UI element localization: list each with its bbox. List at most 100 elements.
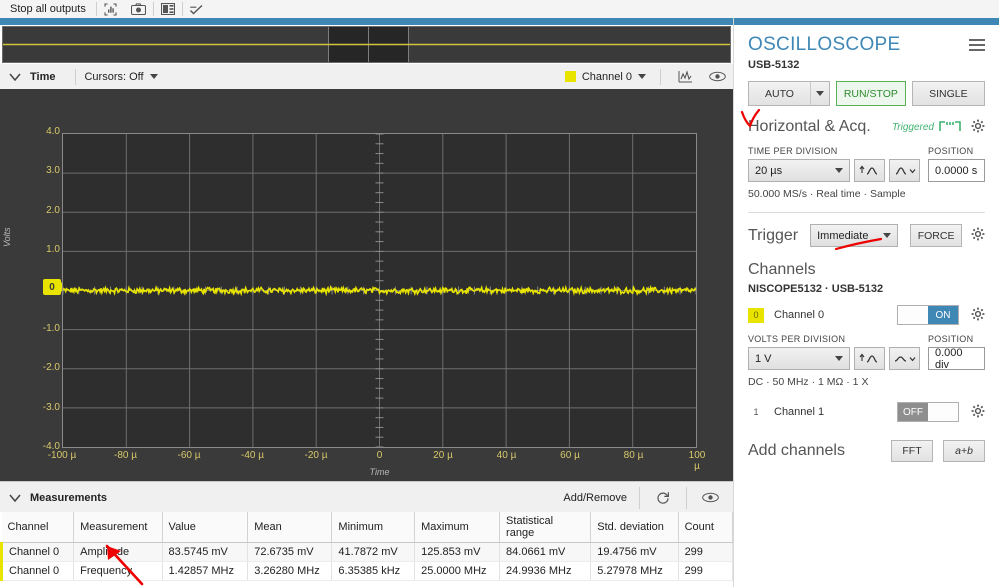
column-header[interactable]: Statistical range	[499, 512, 592, 543]
capture-region-icon[interactable]	[97, 0, 125, 18]
acquisition-info: 50.000 MS/s · Real time · Sample	[748, 188, 906, 200]
hamburger-menu-icon[interactable]	[969, 39, 985, 51]
auto-button[interactable]: AUTO	[748, 81, 810, 106]
channel-legend-dropdown[interactable]: Channel 0	[564, 71, 646, 83]
channel1-badge: 1	[748, 404, 764, 420]
table-cell: 25.0000 MHz	[414, 561, 501, 581]
waveform-overview-strip[interactable]	[2, 26, 731, 63]
channel1-name: Channel 1	[774, 406, 825, 418]
channel1-row: 1 Channel 1 OFF	[748, 402, 985, 422]
table-row[interactable]: Channel 0 Amplitude 83.5745 mV 72.6735 mV 41…	[0, 542, 734, 562]
run-stop-button[interactable]: RUN/STOP	[836, 81, 906, 106]
volts-per-division-select[interactable]: 1 V	[748, 347, 850, 370]
channel0-enable-toggle[interactable]: ON	[897, 305, 959, 325]
trigger-status-label: Triggered	[891, 121, 934, 133]
table-cell: 83.5745 mV	[162, 542, 249, 562]
x-axis-tick-label: -20 µ	[304, 450, 328, 461]
table-cell: 299	[678, 542, 734, 562]
panel-layout-icon[interactable]	[154, 0, 182, 18]
x-axis-tick-label: 0	[376, 450, 383, 461]
table-cell: Amplitude	[73, 542, 163, 562]
time-zoom-in-button[interactable]	[854, 159, 885, 182]
table-cell: 6.35385 kHz	[331, 561, 416, 581]
time-per-division-select[interactable]: 20 µs	[748, 159, 850, 182]
time-zoom-out-button[interactable]	[889, 159, 920, 182]
auto-dropdown-button[interactable]	[810, 81, 830, 106]
trigger-mode-select[interactable]: Immediate	[810, 224, 899, 247]
overview-trace	[3, 43, 730, 46]
table-cell: 3.26280 MHz	[247, 561, 333, 581]
column-header[interactable]: Mean	[247, 512, 333, 543]
column-header[interactable]: Maximum	[414, 512, 501, 543]
volts-per-division-value: 1 V	[755, 352, 772, 365]
x-axis-tick-label: 80 µ	[623, 450, 644, 461]
channels-section-title: Channels	[748, 261, 816, 278]
channel1-settings-gear-icon[interactable]	[971, 404, 985, 421]
device-settings-panel: OSCILLOSCOPE USB-5132 AUTO RUN/STOP SING…	[733, 18, 999, 587]
trigger-pulse-icon	[939, 120, 961, 135]
column-header[interactable]: Measurement	[73, 512, 163, 543]
x-axis-ticks: -100 µ -80 µ -60 µ -40 µ -20 µ 0 20 µ 40 µ 60 µ 8…	[48, 450, 706, 472]
chevron-down-icon	[835, 356, 843, 361]
time-per-division-label: TIME PER DIVISION	[748, 146, 838, 156]
table-cell: 1.42857 MHz	[162, 561, 249, 581]
channel1-toggle-state: OFF	[898, 403, 928, 421]
x-axis-tick-label: 40 µ	[496, 450, 517, 461]
stop-all-outputs-button[interactable]: Stop all outputs	[0, 0, 96, 18]
channel0-zero-marker[interactable]: 0	[43, 279, 66, 295]
y-axis-tick-label: 1.0	[46, 244, 60, 256]
add-channels-label: Add channels	[748, 442, 845, 459]
panel-content: OSCILLOSCOPE USB-5132 AUTO RUN/STOP SING…	[734, 25, 999, 462]
column-header[interactable]: Std. deviation	[590, 512, 679, 543]
eye-icon[interactable]	[687, 482, 733, 513]
table-row[interactable]: Channel 0 Frequency 1.42857 MHz 3.26280 MHz…	[0, 561, 734, 581]
horizontal-position-input[interactable]: 0.0000 s	[928, 159, 985, 182]
column-header[interactable]: Channel	[1, 512, 75, 543]
measurements-title: Measurements	[30, 491, 108, 504]
collapse-measurements-icon[interactable]	[0, 485, 30, 510]
table-cell: Channel 0	[0, 542, 75, 562]
camera-icon[interactable]	[125, 0, 153, 18]
section-divider	[748, 212, 985, 213]
cursors-label: Cursors: Off	[84, 70, 144, 83]
volts-zoom-in-button[interactable]	[854, 347, 885, 370]
measurements-toolbar: Measurements Add/Remove	[0, 481, 733, 514]
page-title: OSCILLOSCOPE	[748, 34, 901, 55]
add-remove-measurements-button[interactable]: Add/Remove	[551, 492, 639, 504]
force-trigger-button[interactable]: FORCE	[910, 224, 963, 247]
column-header[interactable]: Minimum	[331, 512, 416, 543]
single-button[interactable]: SINGLE	[911, 81, 985, 106]
graph-toolbar-divider	[75, 68, 77, 85]
eye-icon[interactable]	[701, 64, 733, 89]
column-header[interactable]: Value	[162, 512, 249, 543]
add-ab-button[interactable]: a+b	[943, 440, 985, 462]
collapse-graph-icon[interactable]	[0, 64, 30, 89]
y-axis-tick-label: -3.0	[42, 401, 60, 413]
tag-check-icon[interactable]	[183, 0, 211, 18]
measurements-table[interactable]: Channel Measurement Value Mean Minimum Maximu…	[0, 512, 734, 581]
channel0-position-input[interactable]: 0.000 div	[928, 347, 985, 371]
table-cell: 24.9936 MHz	[499, 561, 592, 581]
table-cell: 125.853 mV	[414, 542, 501, 562]
add-channels-row: Add channels FFT a+b	[748, 440, 985, 462]
fft-button[interactable]: FFT	[891, 440, 933, 462]
column-header[interactable]: Count	[678, 512, 734, 543]
reset-icon[interactable]	[640, 482, 686, 513]
channel0-settings-gear-icon[interactable]	[971, 307, 985, 324]
table-cell: 5.27978 MHz	[590, 561, 679, 581]
trigger-settings-gear-icon[interactable]	[971, 227, 985, 244]
x-axis-tick-label: 60 µ	[560, 450, 580, 461]
channel1-enable-toggle[interactable]: OFF	[897, 402, 959, 422]
plot-graphics	[63, 134, 696, 447]
plot-area[interactable]: Volts 4.03.02.01.00-1.0-2.0-3.0-4.0 0 0.…	[0, 89, 733, 481]
x-axis-tick-label: -80 µ	[114, 450, 137, 461]
volts-zoom-out-button[interactable]	[889, 347, 920, 370]
waveform-icon[interactable]	[669, 64, 701, 89]
horizontal-settings-gear-icon[interactable]	[971, 119, 985, 136]
channel1-toggle-knob	[928, 403, 958, 421]
cursors-dropdown[interactable]: Cursors: Off	[84, 70, 158, 83]
table-cell: Channel 0	[0, 561, 75, 581]
channels-device-line: NISCOPE5132 · USB-5132	[748, 283, 884, 295]
waveform-plot[interactable]	[62, 133, 697, 448]
table-header-row: Channel Measurement Value Mean Minimum Maximu…	[1, 512, 734, 543]
